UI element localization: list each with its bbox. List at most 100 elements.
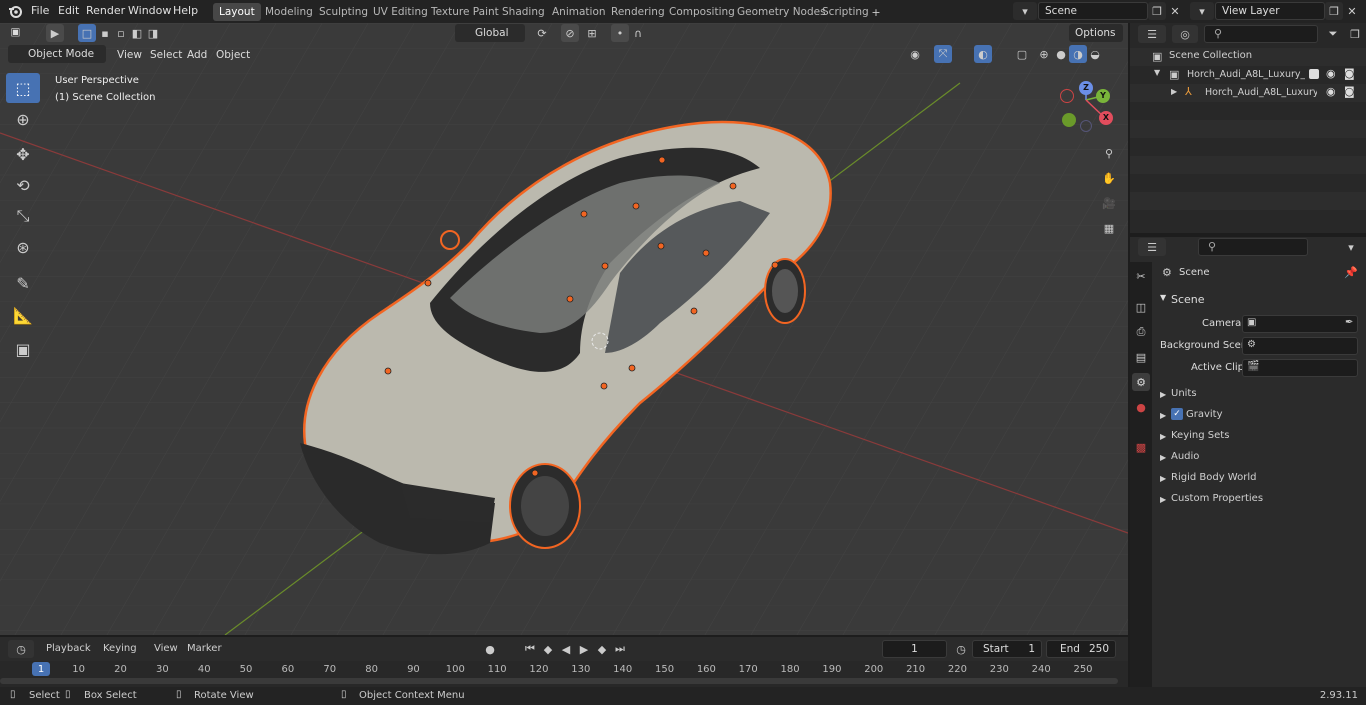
end-frame-field[interactable]: End 250	[1046, 640, 1116, 658]
annotate-tool-icon[interactable]: ✎	[6, 268, 40, 298]
measure-tool-icon[interactable]: 📐	[6, 300, 40, 330]
gizmo-x-axis[interactable]: X	[1099, 111, 1113, 125]
3d-viewport[interactable]: ▣ ▶ □ ▪ ▫ ◧ ◨ Object Mode View Select Ad…	[0, 23, 1128, 635]
menu-window[interactable]: Window	[128, 4, 171, 17]
play-icon[interactable]: ▶	[575, 640, 593, 658]
scene-selector-icon[interactable]: ▾	[1013, 2, 1037, 20]
viewport-menu-view[interactable]: View	[117, 49, 142, 61]
jump-end-icon[interactable]: ⏭	[611, 640, 629, 658]
audio-panel-header[interactable]: Audio	[1171, 451, 1199, 462]
expand-arrow-icon[interactable]: ▶	[1160, 390, 1166, 399]
add-cube-tool-icon[interactable]: ▣	[6, 334, 40, 364]
zoom-icon[interactable]: ⚲	[1099, 143, 1119, 163]
tool-tab-icon[interactable]: ✂	[1132, 267, 1150, 285]
camera-view-icon[interactable]: 🎥	[1099, 193, 1119, 213]
expand-arrow-icon[interactable]: ▶	[1160, 432, 1166, 441]
tab-shading[interactable]: Shading	[496, 3, 551, 21]
mode-selector[interactable]: Object Mode	[8, 45, 106, 63]
viewport-menu-select[interactable]: Select	[150, 49, 182, 61]
expand-arrow-icon[interactable]: ▼	[1154, 68, 1160, 77]
scene-tab-icon[interactable]: ⚙	[1132, 373, 1150, 391]
background-scene-field[interactable]	[1242, 337, 1358, 355]
gravity-checkbox[interactable]: ✓	[1171, 408, 1183, 420]
rotate-tool-icon[interactable]: ⟲	[6, 170, 40, 200]
material-shading-icon[interactable]: ◑	[1069, 45, 1087, 63]
gizmo-z-axis[interactable]: Z	[1079, 81, 1093, 95]
outliner-row-collection[interactable]: ▼ ▣ Horch_Audi_A8L_Luxury_Sed ◉ ◙	[1130, 66, 1366, 84]
current-frame-field[interactable]: 1	[882, 640, 947, 658]
gravity-panel-header[interactable]: Gravity	[1186, 409, 1223, 420]
view-layer-tab-icon[interactable]: ▤	[1132, 348, 1150, 366]
filter-icon[interactable]: ⏷	[1320, 25, 1346, 43]
cursor-tool-icon[interactable]: ⊕	[6, 104, 40, 134]
add-workspace-icon[interactable]: +	[867, 3, 885, 21]
display-mode-icon[interactable]: ◎	[1172, 25, 1198, 43]
falloff-icon[interactable]: ∩	[629, 24, 647, 42]
select-mode-new-icon[interactable]: □	[78, 24, 96, 42]
collection-exclude-checkbox[interactable]	[1309, 69, 1319, 79]
remove-view-layer-icon[interactable]: ✕	[1343, 2, 1361, 20]
properties-options-icon[interactable]: ▾	[1342, 238, 1360, 256]
new-collection-icon[interactable]: ❐	[1346, 25, 1364, 43]
view-layer-selector-icon[interactable]: ▾	[1190, 2, 1214, 20]
remove-scene-icon[interactable]: ✕	[1166, 2, 1184, 20]
tab-texture-paint[interactable]: Texture Paint	[425, 3, 505, 21]
preview-range-icon[interactable]: ◷	[952, 640, 970, 658]
proportional-edit-icon[interactable]: •	[611, 24, 629, 42]
keying-sets-panel-header[interactable]: Keying Sets	[1171, 430, 1229, 441]
marker-menu[interactable]: Marker	[187, 643, 222, 654]
blender-logo-icon[interactable]	[8, 4, 22, 18]
xray-toggle-icon[interactable]: ▢	[1013, 45, 1031, 63]
gizmo-y-axis[interactable]: Y	[1096, 89, 1110, 103]
ortho-toggle-icon[interactable]: ▦	[1099, 218, 1119, 238]
timeline-scrollbar[interactable]	[0, 678, 1118, 684]
scale-tool-icon[interactable]: ⤡	[6, 201, 40, 231]
expand-arrow-icon[interactable]: ▶	[1160, 495, 1166, 504]
camera-field[interactable]	[1242, 315, 1358, 333]
prev-keyframe-icon[interactable]: ◆	[539, 640, 557, 658]
visibility-toggle-icon[interactable]: ◉	[901, 45, 929, 63]
snap-toggle-icon[interactable]: ⊘	[561, 24, 579, 42]
editor-type-icon[interactable]: ▣	[7, 23, 24, 41]
gizmo-neg-x-axis[interactable]	[1060, 89, 1074, 103]
tab-sculpting[interactable]: Sculpting	[313, 3, 374, 21]
camera-icon[interactable]: ◙	[1344, 85, 1355, 98]
gizmo-neg-z-axis[interactable]	[1080, 120, 1092, 132]
gizmo-neg-y-axis[interactable]	[1062, 113, 1076, 127]
expand-arrow-icon[interactable]: ▶	[1160, 453, 1166, 462]
start-frame-field[interactable]: Start 1	[972, 640, 1042, 658]
menu-edit[interactable]: Edit	[58, 4, 79, 17]
view-layer-field[interactable]: View Layer	[1215, 2, 1325, 20]
wireframe-shading-icon[interactable]: ⊕	[1035, 45, 1053, 63]
viewport-menu-add[interactable]: Add	[187, 49, 207, 61]
tab-rendering[interactable]: Rendering	[605, 3, 671, 21]
tab-animation[interactable]: Animation	[546, 3, 612, 21]
outliner-editor-type-icon[interactable]: ☰	[1138, 25, 1166, 43]
new-scene-icon[interactable]: ❐	[1148, 2, 1166, 20]
custom-properties-panel-header[interactable]: Custom Properties	[1171, 493, 1263, 504]
new-view-layer-icon[interactable]: ❐	[1325, 2, 1343, 20]
expand-arrow-icon[interactable]: ▶	[1160, 411, 1166, 420]
units-panel-header[interactable]: Units	[1171, 388, 1197, 399]
tab-scripting[interactable]: Scripting	[816, 3, 875, 21]
navigation-gizmo[interactable]: Z Y X	[1055, 80, 1115, 132]
timeline-editor-type-icon[interactable]: ◷	[8, 640, 34, 658]
select-box-tool-icon[interactable]: ⬚	[6, 73, 40, 103]
eye-icon[interactable]: ◉	[1326, 85, 1336, 98]
select-mode-intersect-icon[interactable]: ◨	[144, 24, 162, 42]
render-tab-icon[interactable]: ◫	[1132, 298, 1150, 316]
expand-arrow-icon[interactable]: ▶	[1171, 87, 1177, 96]
next-keyframe-icon[interactable]: ◆	[593, 640, 611, 658]
jump-start-icon[interactable]: ⏮	[521, 640, 539, 658]
tab-compositing[interactable]: Compositing	[663, 3, 741, 21]
snap-target-icon[interactable]: ⊞	[580, 24, 604, 42]
outliner-row-root[interactable]: ▣ Scene Collection	[1130, 48, 1366, 66]
rigid-body-world-panel-header[interactable]: Rigid Body World	[1171, 472, 1256, 483]
properties-editor-type-icon[interactable]: ☰	[1138, 238, 1166, 256]
auto-keying-icon[interactable]: ●	[481, 640, 499, 658]
tab-modeling[interactable]: Modeling	[259, 3, 319, 21]
rendered-shading-icon[interactable]: ◒	[1086, 45, 1104, 63]
pin-icon[interactable]: 📌	[1344, 266, 1358, 279]
pan-hand-icon[interactable]: ✋	[1099, 168, 1119, 188]
tab-uv-editing[interactable]: UV Editing	[367, 3, 434, 21]
